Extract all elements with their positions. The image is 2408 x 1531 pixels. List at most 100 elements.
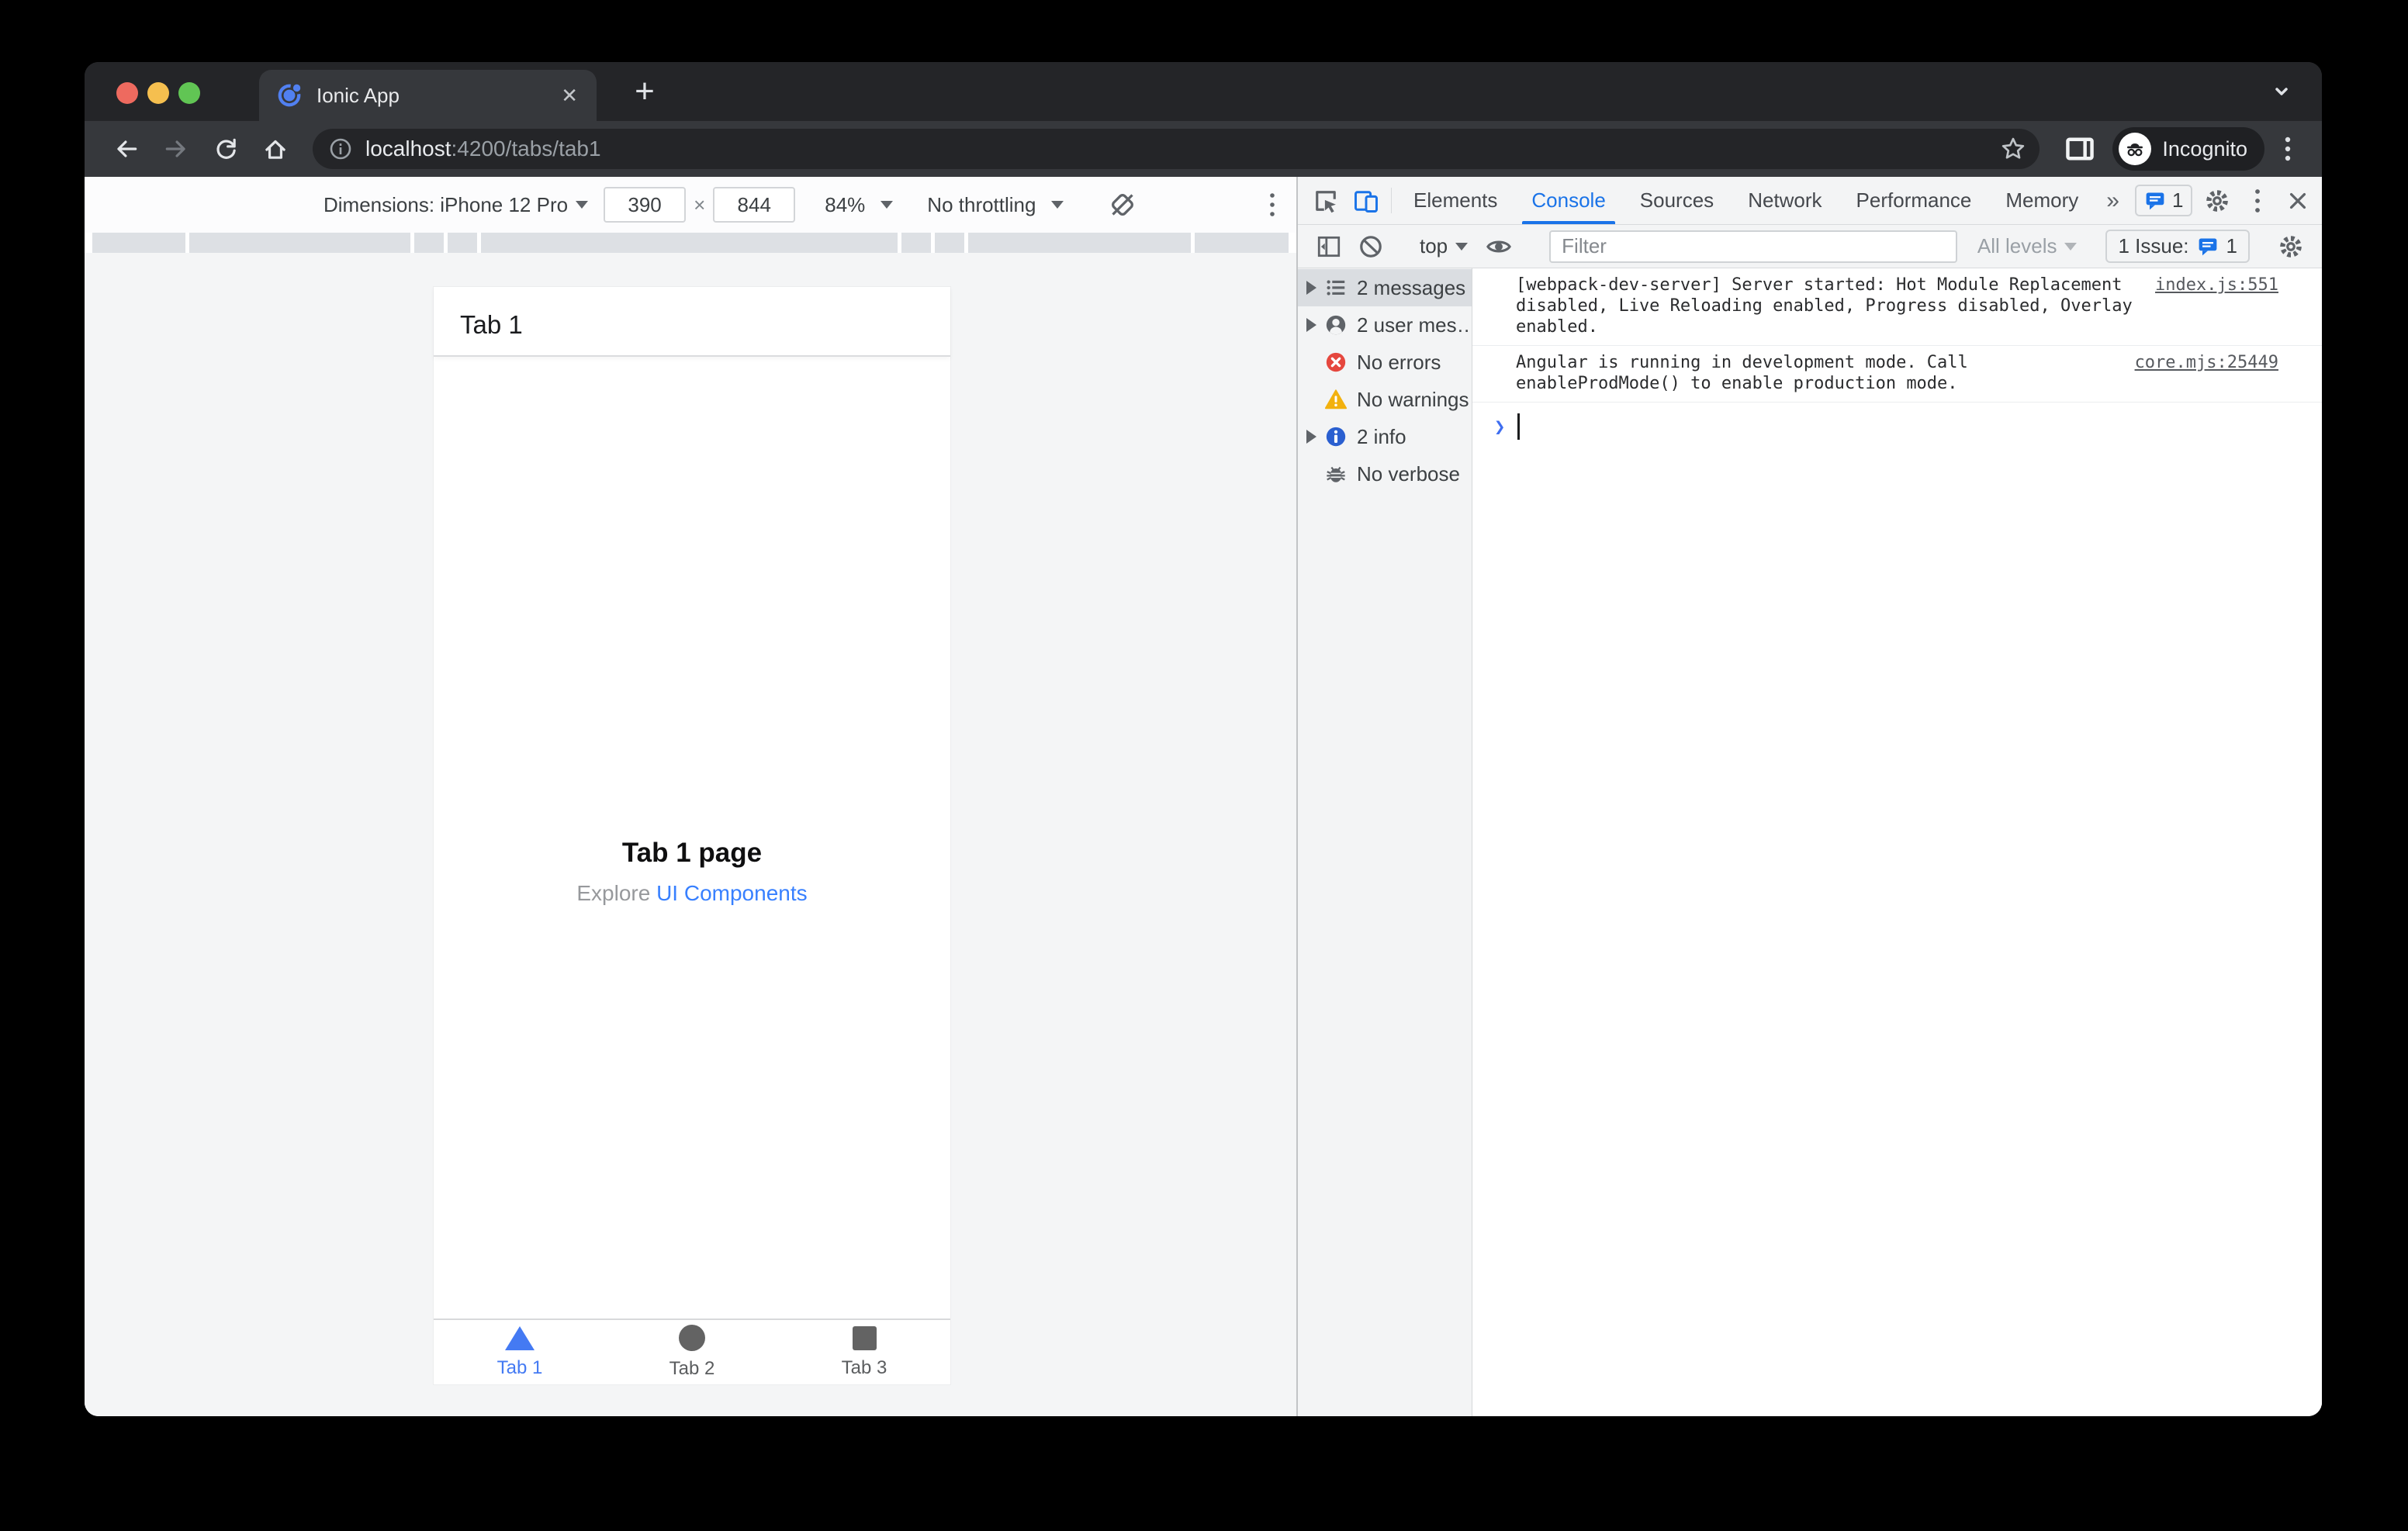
square-icon [852, 1325, 877, 1350]
ui-components-link[interactable]: UI Components [656, 881, 808, 905]
inspect-element-icon[interactable] [1306, 177, 1346, 224]
new-tab-button[interactable]: + [620, 67, 669, 116]
console-messages: [webpack-dev-server] Server started: Hot… [1472, 268, 2322, 1416]
expand-arrow-icon[interactable] [1306, 281, 1316, 295]
clear-console-icon[interactable] [1352, 233, 1389, 260]
zoom-select[interactable]: 84% [825, 193, 894, 217]
messages-list-icon [1324, 276, 1357, 299]
devtools-tab-bar: Elements Console Sources Network Perform… [1298, 177, 2322, 225]
app-tab-1[interactable]: Tab 1 [434, 1320, 606, 1384]
console-sidebar: 2 messages 2 user mes… No errors No warn… [1298, 268, 1472, 1416]
viewport-height-input[interactable] [713, 187, 796, 223]
minimize-window-button[interactable] [147, 82, 169, 104]
device-viewport: Tab 1 Tab 1 page Explore UI Components T… [434, 287, 950, 1384]
app-content: Tab 1 page Explore UI Components [434, 357, 950, 1318]
console-settings-gear-icon[interactable] [2272, 233, 2309, 260]
console-prompt[interactable]: ❯ [1472, 403, 2322, 440]
warning-icon [1324, 388, 1357, 411]
console-message[interactable]: [webpack-dev-server] Server started: Hot… [1472, 268, 2322, 346]
sidebar-item-verbose[interactable]: No verbose [1298, 455, 1472, 492]
app-tab-2[interactable]: Tab 2 [606, 1320, 778, 1384]
console-filter-input[interactable] [1549, 230, 1957, 263]
issue-bubble-icon [2199, 238, 2216, 255]
device-toolbar-menu-icon[interactable] [1268, 191, 1276, 219]
live-expression-eye-icon[interactable] [1480, 233, 1517, 261]
tab-close-icon[interactable]: ✕ [558, 82, 581, 109]
text-cursor [1517, 413, 1521, 440]
devtools-menu-icon[interactable] [2237, 177, 2278, 224]
dimensions-select[interactable]: Dimensions: iPhone 12 Pro [323, 193, 568, 217]
address-bar[interactable]: localhost:4200/tabs/tab1 [313, 129, 2040, 169]
incognito-icon [2119, 133, 2152, 165]
issues-badge[interactable]: 1 [2134, 185, 2193, 216]
devtools-tab-network[interactable]: Network [1731, 177, 1839, 224]
traffic-lights [116, 82, 200, 104]
device-emulation-pane: Dimensions: iPhone 12 Pro × 84% No throt… [85, 177, 1296, 1416]
bookmark-star-icon[interactable] [1999, 135, 2027, 163]
sidebar-item-info[interactable]: 2 info [1298, 418, 1472, 455]
tab-title: Ionic App [317, 83, 400, 107]
triangle-icon [505, 1325, 535, 1350]
zoom-window-button[interactable] [178, 82, 200, 104]
incognito-badge[interactable]: Incognito [2112, 127, 2264, 171]
devtools-settings-gear-icon[interactable] [2197, 177, 2237, 224]
expand-arrow-icon[interactable] [1306, 430, 1316, 444]
forward-icon[interactable] [154, 127, 198, 171]
throttling-select[interactable]: No throttling [927, 193, 1064, 217]
dimensions-times: × [694, 192, 706, 216]
media-query-bar[interactable] [85, 233, 1296, 253]
app-tab-bar: Tab 1 Tab 2 Tab 3 [434, 1318, 950, 1384]
source-link[interactable]: core.mjs:25449 [2135, 352, 2278, 373]
console-sidebar-toggle-icon[interactable] [1310, 233, 1348, 260]
close-window-button[interactable] [116, 82, 138, 104]
log-levels-select[interactable]: All levels [1971, 234, 2084, 258]
side-panel-icon[interactable] [2064, 135, 2095, 163]
devtools-close-icon[interactable] [2278, 177, 2318, 224]
browser-toolbar: localhost:4200/tabs/tab1 Incognito [85, 121, 2322, 177]
sidebar-item-warnings[interactable]: No warnings [1298, 381, 1472, 418]
prompt-chevron-icon: ❯ [1494, 415, 1506, 437]
titlebar: Ionic App ✕ + [85, 62, 2322, 121]
devtools-tab-console[interactable]: Console [1514, 177, 1622, 224]
window-content: Dimensions: iPhone 12 Pro × 84% No throt… [85, 177, 2322, 1416]
expand-arrow-icon[interactable] [1306, 318, 1316, 332]
console-message[interactable]: Angular is running in development mode. … [1472, 346, 2322, 403]
javascript-context-select[interactable]: top [1412, 234, 1476, 258]
rotate-device-icon[interactable] [1107, 189, 1138, 220]
issues-counter[interactable]: 1 Issue: 1 [2105, 230, 2250, 263]
user-icon [1324, 313, 1357, 337]
sidebar-item-errors[interactable]: No errors [1298, 344, 1472, 381]
url-text: localhost:4200/tabs/tab1 [365, 137, 601, 161]
emulated-page-area: Tab 1 Tab 1 page Explore UI Components T… [85, 253, 1296, 1416]
browser-menu-icon[interactable] [2271, 127, 2305, 171]
viewport-width-input[interactable] [604, 187, 687, 223]
issue-bubble-icon [2146, 192, 2164, 209]
site-info-icon[interactable] [328, 137, 353, 161]
error-icon [1324, 351, 1357, 374]
tab-search-chevron-icon[interactable] [2269, 79, 2294, 104]
more-tabs-icon[interactable]: » [2095, 177, 2130, 224]
zoom-caret-icon [881, 201, 894, 209]
app-tab-3[interactable]: Tab 3 [778, 1320, 950, 1384]
bug-icon [1324, 462, 1357, 486]
device-toolbar-toggle-icon[interactable] [1346, 177, 1386, 224]
page-title: Tab 1 page [621, 838, 763, 868]
home-icon[interactable] [254, 127, 297, 171]
source-link[interactable]: index.js:551 [2155, 275, 2278, 295]
sidebar-item-all-messages[interactable]: 2 messages [1298, 269, 1472, 306]
info-icon [1324, 425, 1357, 448]
ionic-favicon-icon [276, 82, 303, 109]
devtools-tab-memory[interactable]: Memory [1988, 177, 2095, 224]
devtools-tab-performance[interactable]: Performance [1839, 177, 1989, 224]
app-header: Tab 1 [434, 287, 950, 357]
sidebar-item-user-messages[interactable]: 2 user mes… [1298, 306, 1472, 344]
devtools-tab-sources[interactable]: Sources [1623, 177, 1731, 224]
browser-window: Ionic App ✕ + localhost:4200/tabs/tab1 I… [85, 62, 2322, 1416]
browser-tab[interactable]: Ionic App ✕ [259, 70, 597, 121]
devtools-tab-elements[interactable]: Elements [1396, 177, 1514, 224]
dimensions-caret-icon [576, 201, 589, 209]
devtools-panel: Elements Console Sources Network Perform… [1298, 177, 2322, 1416]
console-toolbar: top All levels 1 Issue: 1 [1298, 225, 2322, 268]
back-icon[interactable] [105, 127, 148, 171]
reload-icon[interactable] [204, 127, 247, 171]
